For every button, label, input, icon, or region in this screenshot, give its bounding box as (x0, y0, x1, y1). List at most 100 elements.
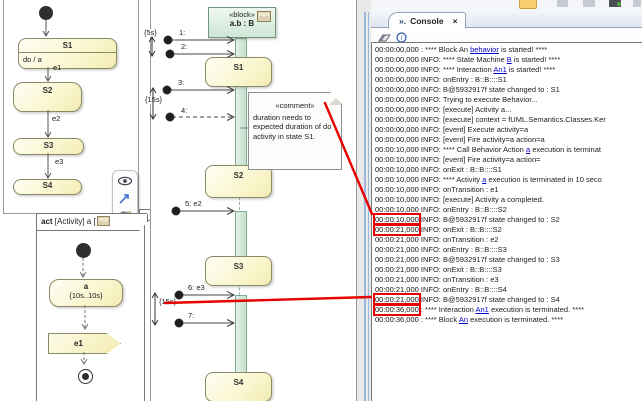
activation-bar-2[interactable] (235, 211, 247, 259)
lifeline-state-s3[interactable]: S3 (205, 256, 272, 286)
console-line: 00:00:00,000 INFO: Trying to execute Beh… (375, 95, 642, 105)
log-text: INFO: [event] Execute activity=a (419, 125, 528, 134)
message-4-label[interactable]: 4: (181, 107, 187, 115)
transition-e2-label[interactable]: e2 (52, 115, 60, 123)
lifeline-head[interactable]: «block» a.b : B (208, 7, 276, 38)
message-5-label[interactable]: 5: e2 (185, 200, 202, 208)
log-timestamp: 00:00:10,000 (375, 205, 419, 214)
log-text: INFO: onTransition : e3 (419, 275, 499, 284)
log-text: INFO: **** Activity (419, 175, 482, 184)
log-link[interactable]: An1 (476, 305, 489, 314)
note-fold (329, 93, 341, 105)
console-line: 00:00:00,000 INFO: [execute] Activity a.… (375, 105, 642, 115)
log-text: INFO: onEntry : B::B::::S2 (419, 205, 507, 214)
message-2-label[interactable]: 2: (181, 43, 187, 51)
lifeline-state-s1[interactable]: S1 (205, 57, 272, 87)
console-line: 00:00:21,000 INFO: B@5932917f state chan… (375, 295, 642, 305)
log-text: INFO: [execute] Activity a... (419, 105, 512, 114)
comment-stereotype: «comment» (249, 93, 341, 111)
activity-initial-node[interactable] (76, 243, 91, 258)
activity-action-a[interactable]: a {10s..10s} (49, 279, 123, 307)
log-text: execution is terminated. **** (468, 315, 563, 324)
log-text: INFO: **** Call Behavior Action (419, 145, 526, 154)
console-line: 00:00:00,000 INFO: [event] Fire activity… (375, 135, 642, 145)
duration-constraint-15s-1[interactable]: {15s} (144, 96, 163, 104)
action-duration-constraint: {10s..10s} (50, 291, 122, 300)
console-line: 00:00:00,000 : **** Block An behavior is… (375, 45, 642, 55)
log-text: INFO: B@5932917f state changed to : S2 (419, 215, 560, 224)
log-link[interactable]: behavior (470, 45, 499, 54)
log-text: INFO: [execute] context = fUML.Semantics… (419, 115, 606, 124)
message-7-dot[interactable] (175, 319, 184, 328)
message-7-label[interactable]: 7: (188, 312, 194, 320)
eye-icon[interactable] (117, 174, 133, 189)
log-timestamp: 00:00:00,000 (375, 115, 419, 124)
send-signal-e1[interactable]: e1 (48, 333, 121, 354)
link-arrow-icon[interactable] (117, 192, 133, 207)
tab-close-icon[interactable]: × (453, 16, 458, 26)
toolbar-icon-fragment[interactable] (633, 0, 641, 7)
log-timestamp: 00:00:00,000 (375, 125, 419, 134)
log-text: INFO: onExit : B::B::::S2 (419, 225, 502, 234)
transition-e3-label[interactable]: e3 (55, 158, 63, 166)
state-s1-name: S1 (19, 39, 116, 53)
message-6-label[interactable]: 6: e3 (188, 284, 205, 292)
message-4-dot[interactable] (166, 113, 175, 122)
log-timestamp: 00:00:10,000 (375, 155, 419, 164)
console-line: 00:00:10,000 INFO: **** Call Behavior Ac… (375, 145, 642, 155)
console-line: 00:00:10,000 INFO: B@5932917f state chan… (375, 215, 642, 225)
state-s3[interactable]: S3 (13, 138, 84, 155)
message-3-dot[interactable] (163, 86, 172, 95)
comment-body: duration needs to expected duration of d… (249, 111, 341, 142)
toolbar-icon-fragment[interactable] (557, 0, 568, 7)
state-s2[interactable]: S2 (13, 82, 82, 112)
log-timestamp: 00:00:10,000 (375, 165, 419, 174)
toolbar-icon-fragment[interactable] (583, 0, 595, 7)
log-text: INFO: onTransition : e1 (419, 185, 499, 194)
log-text: INFO: onTransition : e2 (419, 235, 499, 244)
message-1-dot[interactable] (164, 36, 173, 45)
initial-node[interactable] (39, 6, 53, 20)
log-text: INFO: onEntry : B::B::::S4 (419, 285, 507, 294)
log-link[interactable]: An (459, 315, 468, 324)
console-line: 00:00:00,000 INFO: **** State Machine B … (375, 55, 642, 65)
tab-console[interactable]: ». Console × (388, 12, 466, 29)
transition-e1-label[interactable]: e1 (53, 64, 61, 72)
console-line: 00:00:00,000 INFO: onEntry : B::B::::S1 (375, 75, 642, 85)
lifeline-state-s4[interactable]: S4 (205, 372, 272, 401)
application-window: S1 do / a e1 S2 e2 S3 e3 S4 − act [Activ… (0, 0, 642, 401)
splitter-bar-1[interactable] (364, 12, 366, 401)
console-log[interactable]: 00:00:00,000 : **** Block An behavior is… (371, 42, 642, 401)
message-3-label[interactable]: 3: (178, 79, 184, 87)
log-text: INFO: [event] Fire activity=a action=a (419, 135, 545, 144)
log-link[interactable]: An1 (493, 65, 506, 74)
splitter-bar-2[interactable] (368, 12, 370, 401)
message-1-label[interactable]: 1: (179, 29, 185, 37)
log-text: : **** Block An (419, 45, 470, 54)
console-line: 00:00:21,000 INFO: B@5932917f state chan… (375, 255, 642, 265)
state-s4[interactable]: S4 (13, 179, 82, 195)
console-line: 00:00:21,000 INFO: onEntry : B::B::::S4 (375, 285, 642, 295)
state-s1[interactable]: S1 do / a (18, 38, 117, 69)
activation-bar-3[interactable] (235, 295, 247, 373)
red-annotation-line-2 (165, 297, 371, 303)
log-timestamp: 00:00:10,000 (375, 175, 419, 184)
log-text: : **** Interaction (419, 305, 476, 314)
activity-final-node[interactable] (78, 369, 93, 384)
activity-diagram-icon (97, 216, 110, 226)
signal-name: e1 (74, 339, 83, 348)
console-line: 00:00:10,000 INFO: onTransition : e1 (375, 185, 642, 195)
toolbar-icon-fragment[interactable] (519, 0, 537, 9)
duration-constraint-5s[interactable]: {5s} (143, 29, 158, 37)
message-5-dot[interactable] (172, 207, 181, 216)
message-2-dot[interactable] (166, 50, 175, 59)
log-timestamp: 00:00:21,000 (375, 235, 419, 244)
log-timestamp: 00:00:00,000 (375, 135, 419, 144)
comment-note[interactable]: «comment» duration needs to expected dur… (248, 92, 342, 170)
log-timestamp: 00:00:10,000 (375, 195, 419, 204)
log-timestamp: 00:00:00,000 (375, 45, 419, 54)
log-timestamp: 00:00:00,000 (375, 85, 419, 94)
activity-frame-header[interactable]: act [Activity] a [ (37, 214, 148, 231)
log-timestamp-highlighted: 00:00:21,000 (375, 225, 419, 234)
duration-constraint-15s-2[interactable]: {15s} (158, 298, 177, 306)
